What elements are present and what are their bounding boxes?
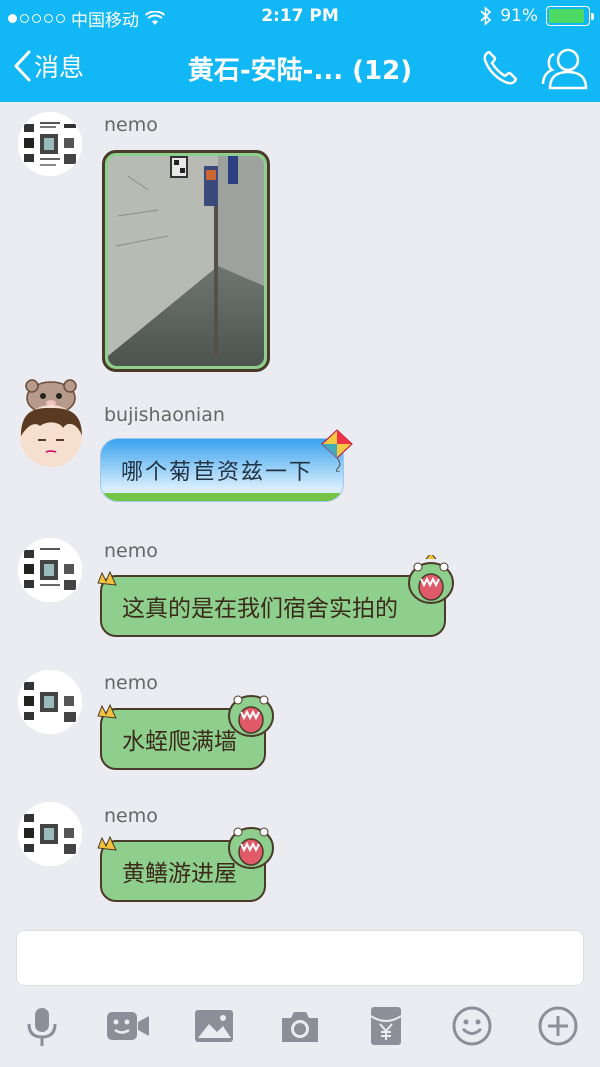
photo-thumbnail: [108, 156, 264, 366]
video-icon[interactable]: [106, 1004, 150, 1048]
header: 中国移动 2:17 PM 91% 消息 黄石-安陆-... (12): [0, 0, 600, 102]
battery-level: [549, 9, 584, 23]
navigation-bar: 消息 黄石-安陆-... (12): [0, 34, 600, 102]
sender-name: nemo: [104, 672, 158, 694]
bluetooth-icon: [480, 6, 492, 26]
back-label: 消息: [34, 53, 85, 82]
kite-icon: [321, 429, 353, 472]
sender-name: nemo: [104, 540, 158, 562]
claw-decoration-icon: [97, 703, 117, 719]
chat-messages: nemo bujishaonian 哪个菊苣资兹一下 nemo 这真的是在我们宿…: [0, 102, 600, 920]
sender-name: bujishaonian: [104, 404, 225, 426]
group-members-icon[interactable]: [540, 44, 590, 92]
image-icon[interactable]: [192, 1004, 236, 1048]
sender-name: nemo: [104, 114, 158, 136]
avatar[interactable]: [18, 802, 82, 866]
battery-percent: 91%: [500, 6, 538, 26]
chevron-left-icon: [13, 50, 31, 82]
emoji-icon[interactable]: [450, 1004, 494, 1048]
message-bubble[interactable]: 水蛭爬满墙: [97, 695, 274, 770]
bubble-grass-decoration: [101, 493, 343, 501]
message-bubble[interactable]: 这真的是在我们宿舍实拍的: [97, 555, 454, 637]
dinosaur-decoration-icon: [228, 827, 274, 869]
back-button[interactable]: 消息: [12, 48, 84, 84]
plus-icon[interactable]: [536, 1004, 580, 1048]
avatar[interactable]: [18, 538, 82, 602]
message-text: 水蛭爬满墙: [122, 729, 237, 755]
message-text: 这真的是在我们宿舍实拍的: [122, 596, 398, 622]
input-toolbar: [0, 994, 600, 1067]
image-message[interactable]: [102, 150, 270, 372]
microphone-icon[interactable]: [20, 1004, 64, 1048]
avatar[interactable]: [18, 670, 82, 734]
camera-icon[interactable]: [278, 1004, 322, 1048]
avatar[interactable]: [18, 378, 84, 468]
dinosaur-decoration-icon: [408, 555, 454, 604]
claw-decoration-icon: [97, 570, 117, 586]
sender-name: nemo: [104, 805, 158, 827]
message-bubble[interactable]: 黄鳝游进屋: [97, 827, 274, 902]
red-packet-icon[interactable]: [364, 1004, 408, 1048]
claw-decoration-icon: [97, 835, 117, 851]
message-bubble[interactable]: 哪个菊苣资兹一下: [100, 438, 344, 502]
status-bar: 中国移动 2:17 PM 91%: [0, 0, 600, 34]
message-text: 黄鳝游进屋: [122, 861, 237, 887]
chat-title: 黄石-安陆-... (12): [187, 56, 413, 86]
message-input[interactable]: [16, 930, 584, 986]
dinosaur-decoration-icon: [228, 695, 274, 737]
battery-icon: [546, 6, 594, 26]
avatar[interactable]: [18, 112, 82, 176]
phone-call-icon[interactable]: [478, 46, 522, 90]
message-text: 哪个菊苣资兹一下: [121, 460, 314, 485]
